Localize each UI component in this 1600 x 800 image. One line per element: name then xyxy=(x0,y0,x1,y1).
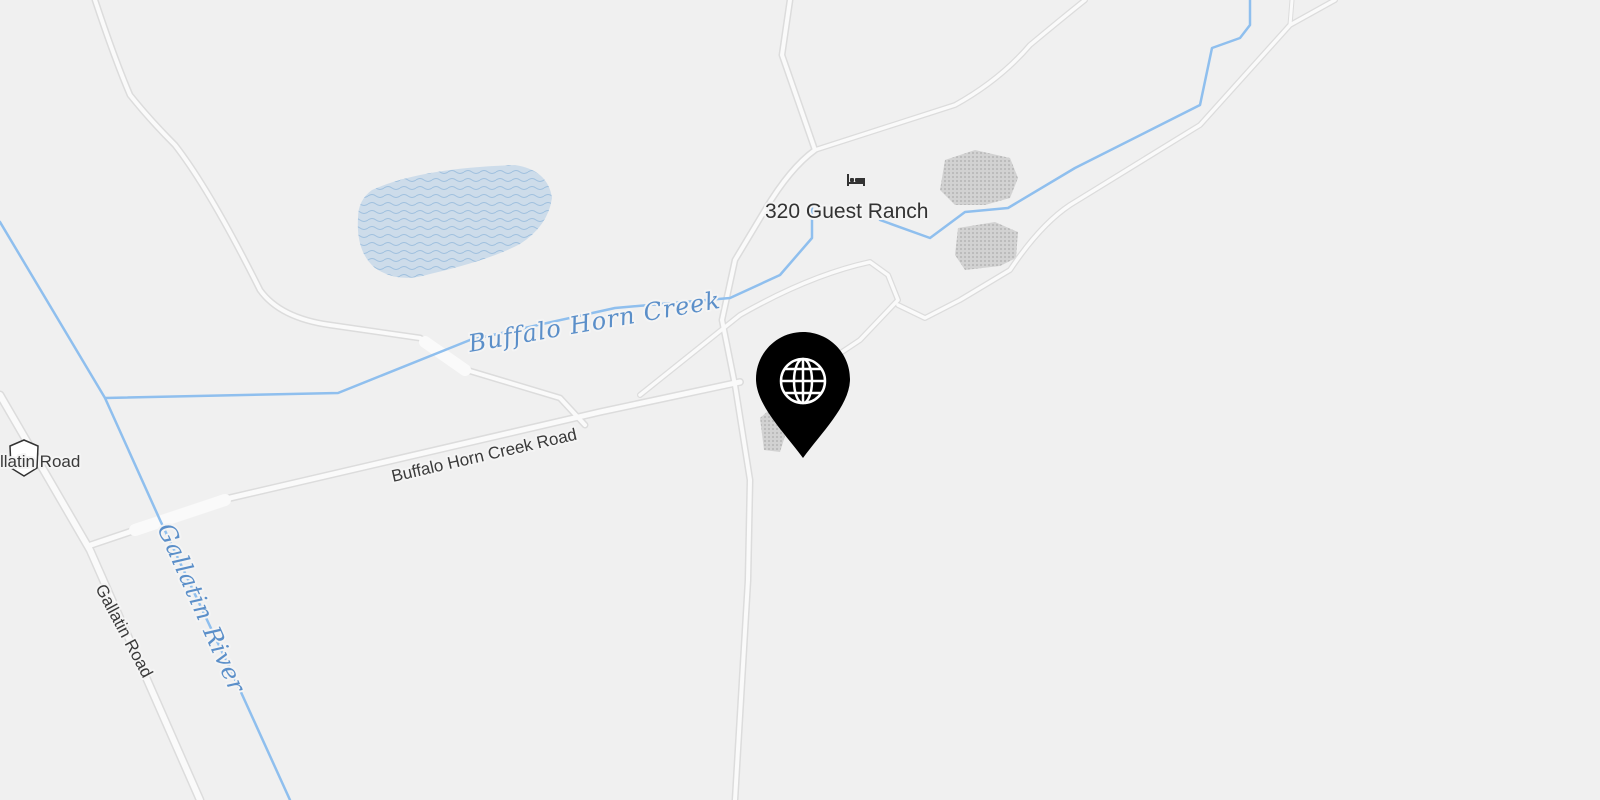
road-label-gallatin-road-shield: llatin Road xyxy=(0,452,80,471)
poi-label: 320 Guest Ranch xyxy=(765,200,928,223)
globe-icon xyxy=(779,357,827,405)
road-north-spur[interactable] xyxy=(1288,0,1294,27)
map-canvas[interactable]: Buffalo Horn Creek Gallatin River Buffal… xyxy=(0,0,1600,800)
map-layer: Buffalo Horn Creek Gallatin River Buffal… xyxy=(0,0,1600,800)
